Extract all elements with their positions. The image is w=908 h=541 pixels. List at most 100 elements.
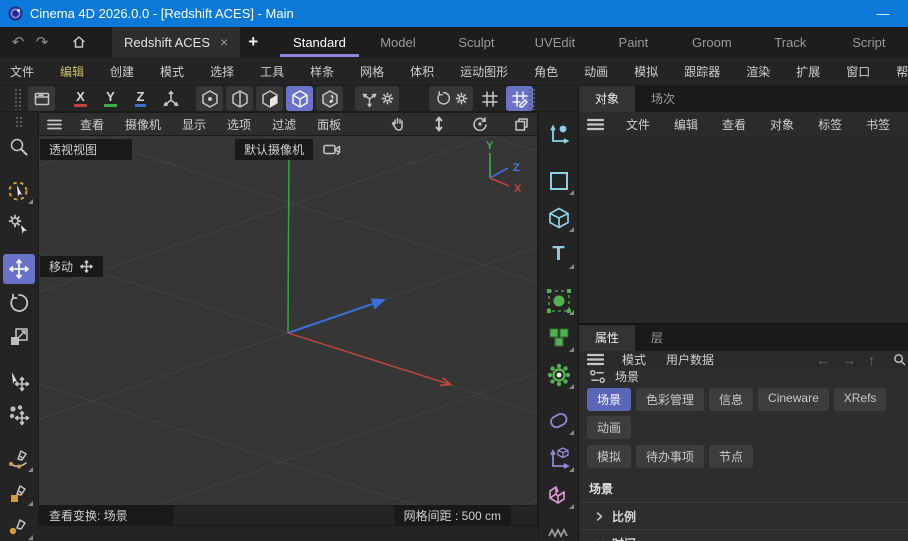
coordinate-system-button[interactable] <box>157 86 184 111</box>
viewport-menu-item[interactable]: 查看 <box>80 116 104 133</box>
menu-item[interactable]: 网格 <box>360 63 384 80</box>
layout-tab[interactable]: Groom <box>673 27 751 57</box>
menu-item[interactable]: 渲染 <box>746 63 770 80</box>
layout-tab[interactable]: Script <box>830 27 908 57</box>
toolbar-drag-handle-right[interactable] <box>528 88 536 110</box>
view-label[interactable]: 透视视图 <box>40 139 132 160</box>
category-tab[interactable]: 待办事项 <box>636 445 704 468</box>
toolbar-drag-handle[interactable] <box>14 88 22 110</box>
hamburger-icon[interactable] <box>587 353 604 366</box>
layout-tab[interactable]: Sculpt <box>437 27 515 57</box>
lock-x-axis-button[interactable]: X <box>67 86 94 111</box>
menu-item[interactable]: 帮助 <box>896 63 908 80</box>
move-tool-button[interactable] <box>3 254 35 284</box>
attribute-menu-item[interactable]: 模式 <box>622 351 646 368</box>
menu-item[interactable]: 体积 <box>410 63 434 80</box>
tweak-tool-button[interactable] <box>3 210 35 240</box>
category-tab[interactable]: 场景 <box>587 388 631 411</box>
menu-item[interactable]: 编辑 <box>60 63 84 80</box>
menu-item[interactable]: 选择 <box>210 63 234 80</box>
viewport-menu-item[interactable]: 显示 <box>182 116 206 133</box>
history-nav-button[interactable]: ↑ <box>868 352 875 368</box>
deformer-button[interactable] <box>542 404 576 437</box>
attribute-menu-item[interactable]: 用户数据 <box>666 351 714 368</box>
menu-item[interactable]: 文件 <box>10 63 34 80</box>
transform-tool-button[interactable] <box>542 118 576 151</box>
palette-drag-handle[interactable] <box>15 116 23 128</box>
close-tab-button[interactable]: × <box>220 34 228 50</box>
workplane-axis-button[interactable] <box>542 441 576 474</box>
category-tab[interactable]: Cineware <box>758 388 829 411</box>
viewport-menu-item[interactable]: 过滤 <box>272 116 296 133</box>
camera-label[interactable]: 默认摄像机 <box>235 139 313 160</box>
lock-y-axis-button[interactable]: Y <box>97 86 124 111</box>
zoom-tool-button[interactable] <box>3 132 35 162</box>
layout-tab[interactable]: Track <box>751 27 829 57</box>
category-tab[interactable]: 节点 <box>709 445 753 468</box>
menu-item[interactable]: 扩展 <box>796 63 820 80</box>
history-nav-button[interactable]: → <box>842 352 856 368</box>
sketch-pen-tool-button[interactable] <box>3 478 35 508</box>
select-move-tool-button[interactable] <box>3 366 35 396</box>
category-tab[interactable]: XRefs <box>834 388 887 411</box>
attribute-group-row[interactable]: 比例 <box>579 502 908 529</box>
scale-tool-button[interactable] <box>3 322 35 352</box>
add-tab-button[interactable]: + <box>240 27 266 57</box>
category-tab[interactable]: 模拟 <box>587 445 631 468</box>
attribute-group-row[interactable]: 时间 <box>579 529 908 541</box>
points-mode-button[interactable] <box>196 86 223 111</box>
quantize-button[interactable] <box>476 86 503 111</box>
object-list[interactable] <box>579 136 908 323</box>
redo-button[interactable]: ↷ <box>30 27 54 57</box>
menu-item[interactable]: 创建 <box>110 63 134 80</box>
mode-toggle-icon[interactable] <box>589 369 606 384</box>
rotate-tool-button[interactable] <box>3 288 35 318</box>
manager-tab[interactable]: 场次 <box>635 86 691 112</box>
generator-button[interactable] <box>542 284 576 317</box>
texture-mode-button[interactable] <box>316 86 343 111</box>
menu-item[interactable]: 运动图形 <box>460 63 508 80</box>
maximize-view-icon[interactable] <box>514 117 529 132</box>
object-menu-item[interactable]: 编辑 <box>674 116 698 133</box>
layout-tab[interactable]: Model <box>359 27 437 57</box>
text-tool-button[interactable]: T <box>542 238 576 271</box>
polygons-mode-button[interactable] <box>256 86 283 111</box>
category-tab[interactable]: 信息 <box>709 388 753 411</box>
spline-pen-tool-button[interactable] <box>3 444 35 474</box>
viewport-menu-item[interactable]: 面板 <box>317 116 341 133</box>
pen-tool-button[interactable] <box>3 512 35 541</box>
attribute-tab[interactable]: 层 <box>635 325 679 351</box>
undo-button[interactable]: ↶ <box>6 27 30 57</box>
layout-tab[interactable]: Standard <box>280 27 358 57</box>
live-selection-tool-button[interactable] <box>3 176 35 206</box>
document-tab[interactable]: Redshift ACES × <box>112 27 240 57</box>
menu-item[interactable]: 样条 <box>310 63 334 80</box>
object-menu-item[interactable]: 标签 <box>818 116 842 133</box>
camera-icon[interactable] <box>323 143 341 156</box>
edges-mode-button[interactable] <box>226 86 253 111</box>
category-tab[interactable]: 色彩管理 <box>636 388 704 411</box>
menu-item[interactable]: 动画 <box>584 63 608 80</box>
object-menu-item[interactable]: 对象 <box>770 116 794 133</box>
layout-tab[interactable]: UVEdit <box>516 27 594 57</box>
multi-move-tool-button[interactable] <box>3 400 35 430</box>
orbit-icon[interactable] <box>472 116 488 132</box>
field-effector-button[interactable] <box>542 358 576 391</box>
minimize-button[interactable]: — <box>866 6 900 21</box>
model-mode-button[interactable] <box>286 86 313 111</box>
history-nav-button[interactable]: ← <box>816 352 830 368</box>
menu-item[interactable]: 模拟 <box>634 63 658 80</box>
cube-primitive-button[interactable] <box>542 201 576 234</box>
menu-item[interactable]: 模式 <box>160 63 184 80</box>
comb-tool-button[interactable] <box>542 524 576 541</box>
home-button[interactable] <box>64 27 94 57</box>
object-menu-item[interactable]: 书签 <box>866 116 890 133</box>
menu-item[interactable]: 窗口 <box>846 63 870 80</box>
object-menu-item[interactable]: 查看 <box>722 116 746 133</box>
hamburger-icon[interactable] <box>587 118 604 131</box>
attribute-tab[interactable]: 属性 <box>579 325 635 351</box>
pan-hand-icon[interactable] <box>390 116 406 132</box>
normal-rotate-button[interactable] <box>429 86 473 111</box>
enable-axis-button[interactable] <box>355 86 399 111</box>
menu-item[interactable]: 跟踪器 <box>684 63 720 80</box>
